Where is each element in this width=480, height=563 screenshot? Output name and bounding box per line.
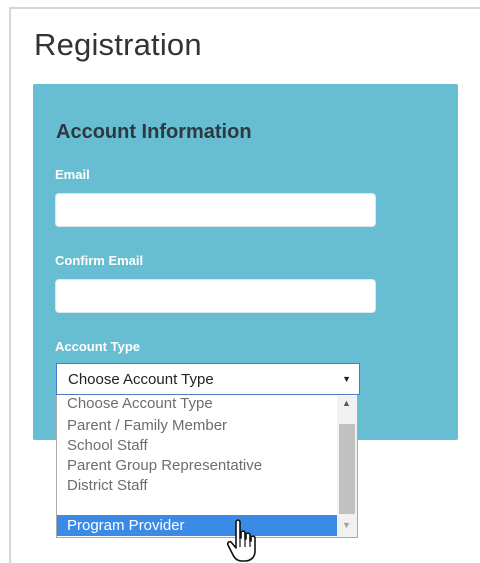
confirm-email-field[interactable]: [55, 279, 376, 313]
dropdown-option-program-provider[interactable]: Program Provider: [57, 515, 338, 536]
scroll-up-icon[interactable]: ▲: [342, 398, 351, 408]
section-title: Account Information: [56, 121, 252, 143]
account-type-select-value: Choose Account Type: [68, 371, 214, 388]
email-label: Email: [55, 167, 90, 182]
dropdown-option-parent[interactable]: Parent / Family Member: [57, 416, 341, 436]
dropdown-option-district-staff[interactable]: District Staff: [57, 476, 341, 496]
dropdown-option-choose[interactable]: Choose Account Type: [57, 396, 341, 412]
account-type-dropdown: Choose Account Type Parent / Family Memb…: [56, 395, 358, 538]
dropdown-scrollbar[interactable]: ▲ ▼: [337, 396, 357, 537]
dropdown-option-parent-group[interactable]: Parent Group Representative: [57, 456, 341, 476]
page-title: Registration: [34, 27, 202, 62]
hand-pointer-icon: [226, 519, 256, 562]
account-type-select[interactable]: Choose Account Type ▼: [56, 363, 360, 395]
scrollbar-thumb[interactable]: [339, 424, 355, 514]
account-type-label: Account Type: [55, 339, 140, 354]
chevron-down-icon: ▼: [342, 374, 351, 384]
confirm-email-label: Confirm Email: [55, 253, 144, 268]
dropdown-option-school-staff[interactable]: School Staff: [57, 436, 341, 456]
email-field[interactable]: [55, 193, 376, 227]
scroll-down-icon[interactable]: ▼: [342, 520, 351, 530]
